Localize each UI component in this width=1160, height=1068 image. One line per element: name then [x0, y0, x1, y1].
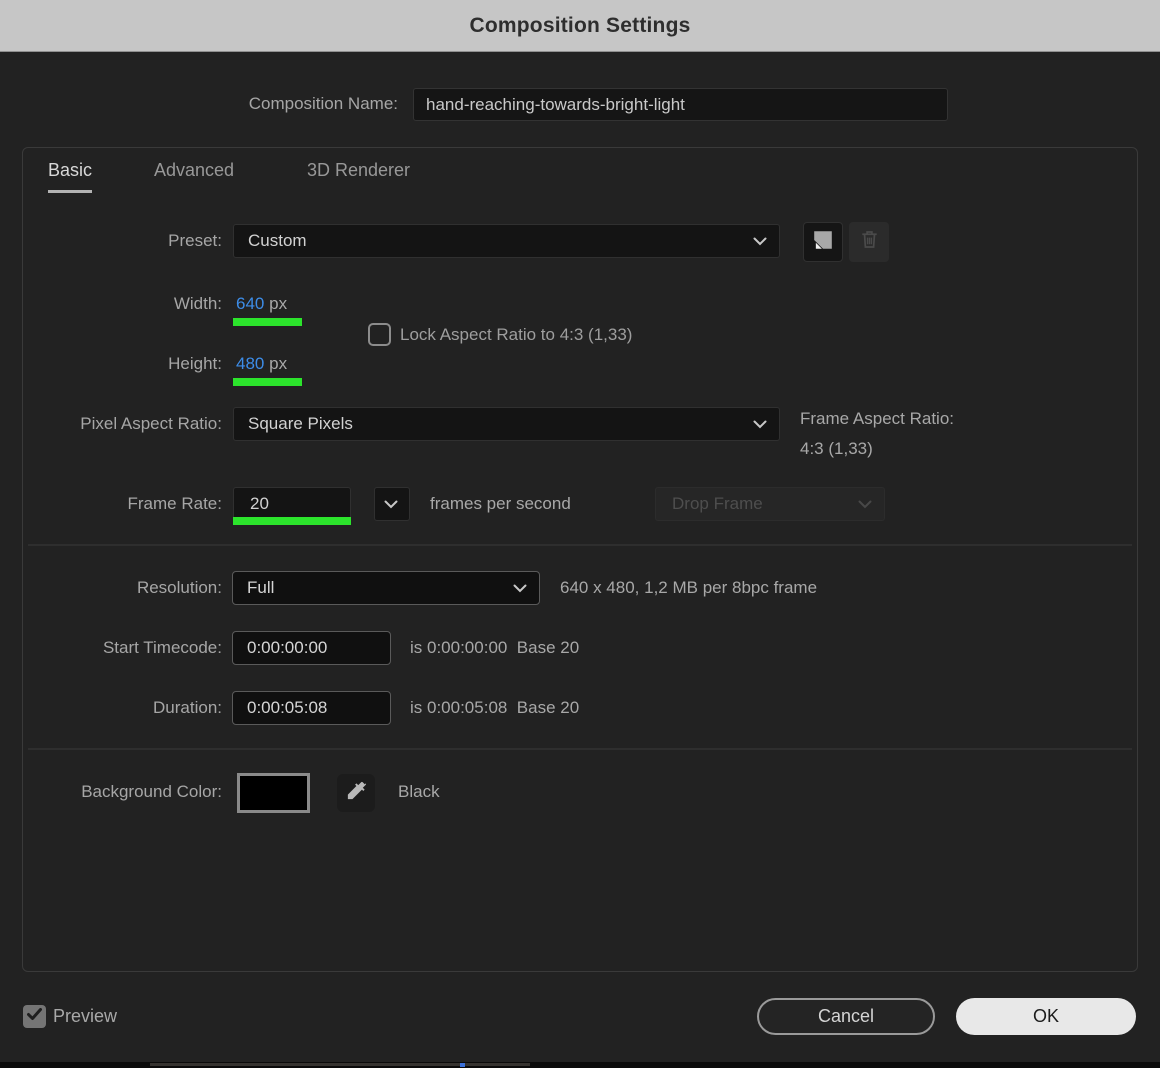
drop-frame-dropdown-disabled: Drop Frame [655, 487, 885, 521]
frame-rate-label: Frame Rate: [127, 494, 222, 513]
preset-dropdown[interactable]: Custom [233, 224, 780, 258]
section-divider [28, 748, 1132, 750]
delete-preset-button[interactable] [849, 222, 889, 262]
preview-checkbox[interactable] [23, 1005, 46, 1028]
width-value[interactable]: 640 px [236, 287, 287, 321]
pixel-aspect-value: Square Pixels [248, 414, 353, 433]
dialog-titlebar: Composition Settings [0, 0, 1160, 52]
lock-aspect-label: Lock Aspect Ratio to 4:3 (1,33) [400, 325, 633, 344]
start-timecode-info: is 0:00:00:00 Base 20 [410, 638, 580, 657]
chevron-down-icon [384, 488, 398, 520]
cancel-button[interactable]: Cancel [757, 998, 935, 1035]
background-color-name: Black [398, 782, 440, 801]
settings-panel [22, 147, 1138, 972]
resolution-value: Full [247, 578, 275, 597]
width-label: Width: [173, 294, 222, 313]
chevron-down-icon [513, 572, 527, 604]
chevron-down-icon [753, 408, 767, 440]
chevron-down-icon [753, 225, 767, 257]
pixel-aspect-label: Pixel Aspect Ratio: [80, 414, 222, 433]
trash-icon [858, 228, 881, 256]
composition-settings-dialog: Composition Settings Composition Name: h… [0, 0, 1160, 1068]
frame-rate-unit-label: frames per second [430, 494, 571, 513]
duration-label: Duration: [153, 698, 222, 717]
composition-name-label: Composition Name: [248, 94, 398, 113]
preview-label: Preview [53, 1006, 118, 1026]
dialog-title: Composition Settings [469, 13, 691, 37]
tab-advanced[interactable]: Advanced [154, 160, 234, 181]
width-highlight-bar [233, 318, 302, 326]
start-timecode-input[interactable]: 0:00:00:00 [232, 631, 391, 665]
background-color-label: Background Color: [81, 782, 222, 801]
drop-frame-value: Drop Frame [672, 494, 763, 513]
composition-name-input[interactable]: hand-reaching-towards-bright-light [413, 88, 948, 121]
background-app-artifact [460, 1063, 465, 1067]
pixel-aspect-dropdown[interactable]: Square Pixels [233, 407, 780, 441]
background-color-swatch[interactable] [237, 773, 310, 813]
tab-3d-renderer[interactable]: 3D Renderer [307, 160, 410, 181]
start-timecode-label: Start Timecode: [102, 638, 222, 657]
preset-label: Preset: [168, 231, 222, 250]
frame-aspect-label: Frame Aspect Ratio: [800, 409, 955, 428]
checkmark-icon [27, 1007, 42, 1026]
tab-basic[interactable]: Basic [48, 160, 93, 193]
ok-button[interactable]: OK [956, 998, 1136, 1035]
section-divider [28, 544, 1132, 546]
height-value[interactable]: 480 px [236, 347, 287, 381]
eyedropper-button[interactable] [337, 774, 375, 812]
resolution-info: 640 x 480, 1,2 MB per 8bpc frame [560, 578, 818, 597]
chevron-down-icon [858, 488, 872, 520]
save-preset-icon [812, 229, 834, 256]
height-label: Height: [168, 354, 222, 373]
duration-info: is 0:00:05:08 Base 20 [410, 698, 580, 717]
lock-aspect-checkbox[interactable] [368, 323, 391, 346]
frame-rate-input[interactable]: 20 [233, 487, 351, 521]
height-highlight-bar [233, 378, 302, 386]
background-app-artifact [150, 1063, 530, 1066]
frame-rate-dropdown-button[interactable] [374, 487, 410, 521]
eyedropper-icon [345, 779, 368, 807]
duration-input[interactable]: 0:00:05:08 [232, 691, 391, 725]
preset-value: Custom [248, 231, 307, 250]
resolution-dropdown[interactable]: Full [232, 571, 540, 605]
frame-rate-highlight-bar [233, 517, 351, 525]
frame-aspect-value: 4:3 (1,33) [800, 439, 873, 458]
resolution-label: Resolution: [136, 578, 222, 597]
save-preset-button[interactable] [803, 222, 843, 262]
